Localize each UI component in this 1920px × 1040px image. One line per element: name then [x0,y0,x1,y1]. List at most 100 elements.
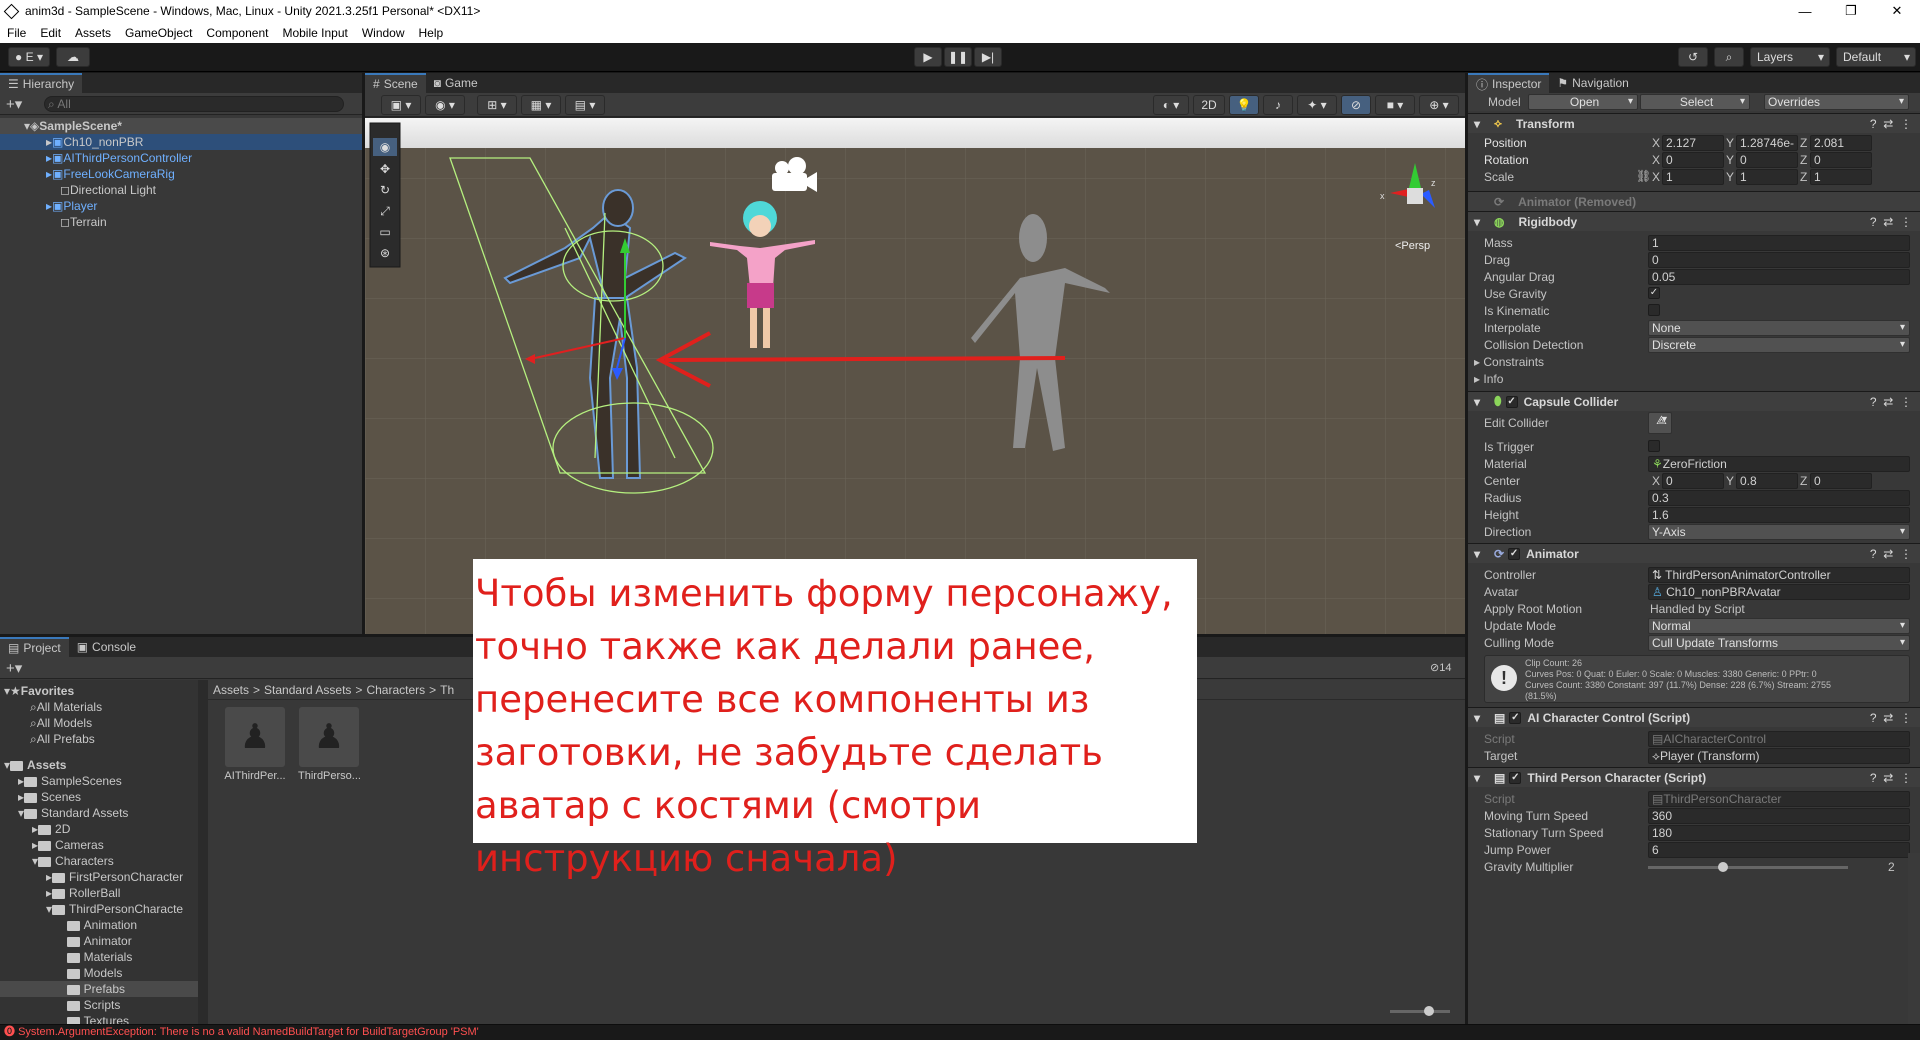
favorite-item[interactable]: ⌕ All Materials [0,699,198,715]
info-foldout[interactable]: ▸ Info [1474,372,1503,386]
search-button[interactable]: ⌕ [1714,47,1744,67]
stationary-turn-speed-field[interactable]: 180 [1648,825,1910,841]
tab-console[interactable]: ▣ Console [69,637,144,657]
move-tool-icon[interactable]: ✥ [380,162,390,176]
status-bar[interactable]: ⓿ System.ArgumentException: There is no … [0,1024,1920,1040]
grid-dropdown[interactable]: ▦ ▾ [521,95,561,115]
folder-item[interactable]: ▸ RollerBall [0,885,198,901]
scene-viewport[interactable]: ◉ ✥ ↻ ⤢ ▭ ⊛ x z [365,118,1465,634]
favorite-item[interactable]: ⌕ All Prefabs [0,731,198,747]
update-mode-dropdown[interactable]: Normal [1648,618,1910,634]
account-button[interactable]: ● E ▾ [8,47,50,67]
folder-item[interactable]: ▸ 2D [0,821,198,837]
tab-game[interactable]: ◙ Game [426,73,486,93]
gizmos-dropdown[interactable]: ⊕ ▾ [1419,95,1459,115]
tree-scrollbar[interactable] [198,680,208,1024]
asset-file[interactable]: ♟ ThirdPerso... [298,707,361,791]
use-gravity-checkbox[interactable]: ✓ [1648,287,1660,299]
menu-mobile-input[interactable]: Mobile Input [275,26,354,40]
component-menu-icon[interactable]: ? ⇄ ⋮ [1870,395,1912,409]
height-field[interactable]: 1.6 [1648,507,1910,523]
overrides-dropdown[interactable]: Overrides [1764,94,1909,110]
pause-button[interactable]: ❚❚ [944,47,972,67]
favorites-header[interactable]: ▾ ★ Favorites [0,683,198,699]
breadcrumb-item[interactable]: Th [440,683,454,697]
menu-component[interactable]: Component [199,26,275,40]
rotation-z-field[interactable]: 0 [1810,152,1872,168]
avatar-field[interactable]: ♙ Ch10_nonPBRAvatar [1648,584,1910,600]
thumbnail-size-slider[interactable] [1390,1006,1450,1016]
layout-dropdown[interactable]: Default ▾ [1836,47,1916,67]
draw-mode-dropdown[interactable]: ▣ ▾ [381,95,421,115]
menu-file[interactable]: File [0,26,33,40]
menu-assets[interactable]: Assets [68,26,118,40]
select-prefab-button[interactable]: Select [1640,94,1750,110]
rotation-x-field[interactable]: 0 [1662,152,1724,168]
breadcrumb-item[interactable]: Assets [213,683,249,697]
component-menu-icon[interactable]: ? ⇄ ⋮ [1870,711,1912,725]
hierarchy-item[interactable]: ▸ ▣ Player [0,198,362,214]
folder-item[interactable]: ▸ Cameras [0,837,198,853]
folder-item[interactable]: Prefabs [0,981,198,997]
rigidbody-header[interactable]: ▾ ◍ Rigidbody ? ⇄ ⋮ [1468,211,1920,231]
component-menu-icon[interactable]: ? ⇄ ⋮ [1870,215,1912,229]
breadcrumb-item[interactable]: Standard Assets [264,683,351,697]
collision-detection-dropdown[interactable]: Discrete [1648,337,1910,353]
hierarchy-item[interactable]: ▸ ▣ FreeLookCameraRig [0,166,362,182]
radius-field[interactable]: 0.3 [1648,490,1910,506]
scale-x-field[interactable]: 1 [1662,169,1724,185]
gravity-multiplier-slider[interactable] [1648,862,1848,872]
add-icon[interactable]: +▾ [6,95,22,113]
rotation-y-field[interactable]: 0 [1736,152,1798,168]
folder-item[interactable]: ▾ ThirdPersonCharacte [0,901,198,917]
play-button[interactable]: ▶ [914,47,942,67]
inspector-scrollbar[interactable] [1908,853,1920,1024]
position-z-field[interactable]: 2.081 [1810,135,1872,151]
scale-y-field[interactable]: 1 [1736,169,1798,185]
hierarchy-item[interactable]: ▸ ▣ Ch10_nonPBR [0,134,362,150]
animator-enabled-checkbox[interactable]: ✓ [1508,547,1521,560]
link-icon[interactable]: ⛓ [1636,169,1651,183]
component-menu-icon[interactable]: ? ⇄ ⋮ [1870,771,1912,785]
folder-item[interactable]: ▸ Scenes [0,789,198,805]
direction-dropdown[interactable]: Y-Axis [1648,524,1910,540]
maximize-button[interactable]: ❐ [1828,0,1874,22]
folder-item[interactable]: Scripts [0,997,198,1013]
hidden-toggle[interactable]: ⊘ [1341,95,1371,115]
component-menu-icon[interactable]: ? ⇄ ⋮ [1870,547,1912,561]
hierarchy-item[interactable]: ◻ Directional Light [0,182,362,198]
folder-item[interactable]: Animation [0,917,198,933]
component-menu-icon[interactable]: ? ⇄ ⋮ [1870,117,1912,131]
moving-turn-speed-field[interactable]: 360 [1648,808,1910,824]
animator-header[interactable]: ▾ ⟳ ✓ Animator ? ⇄ ⋮ [1468,543,1920,563]
rect-tool-icon[interactable]: ▭ [379,225,390,239]
hierarchy-item[interactable]: ▸ ▣ AIThirdPersonController [0,150,362,166]
menu-gameobject[interactable]: GameObject [118,26,199,40]
assets-header[interactable]: ▾ Assets [0,757,198,773]
hierarchy-search-input[interactable]: ⌕ All [44,96,344,112]
folder-item[interactable]: ▸ FirstPersonCharacter [0,869,198,885]
center-z-field[interactable]: 0 [1810,473,1872,489]
breadcrumb-item[interactable]: Characters [366,683,425,697]
edit-collider-button[interactable]: ⟁ [1648,412,1672,434]
tab-scene[interactable]: # Scene [365,73,426,93]
asset-file[interactable]: ♟ AIThirdPer... [224,707,286,791]
tab-hierarchy[interactable]: ☰ Hierarchy [0,73,83,93]
transform-header[interactable]: ▾ ⟡ Transform ? ⇄ ⋮ [1468,113,1920,133]
folder-item[interactable]: Animator [0,933,198,949]
folder-item[interactable]: ▾ Characters [0,853,198,869]
favorite-item[interactable]: ⌕ All Models [0,715,198,731]
target-field[interactable]: ⟡Player (Transform) [1648,748,1910,764]
folder-item[interactable]: ▸ SampleScenes [0,773,198,789]
camera-dropdown[interactable]: ■ ▾ [1375,95,1415,115]
cloud-button[interactable]: ☁ [56,47,90,67]
is-kinematic-checkbox[interactable] [1648,304,1660,316]
tab-navigation[interactable]: ⚑ Navigation [1549,73,1636,93]
interpolate-dropdown[interactable]: None [1648,320,1910,336]
animator-removed-header[interactable]: ⟳ Animator (Removed) [1468,191,1920,211]
snap-dropdown[interactable]: ⊞ ▾ [477,95,517,115]
is-trigger-checkbox[interactable] [1648,440,1660,452]
folder-item[interactable]: Models [0,965,198,981]
center-y-field[interactable]: 0.8 [1736,473,1798,489]
minimize-button[interactable]: — [1782,0,1828,22]
